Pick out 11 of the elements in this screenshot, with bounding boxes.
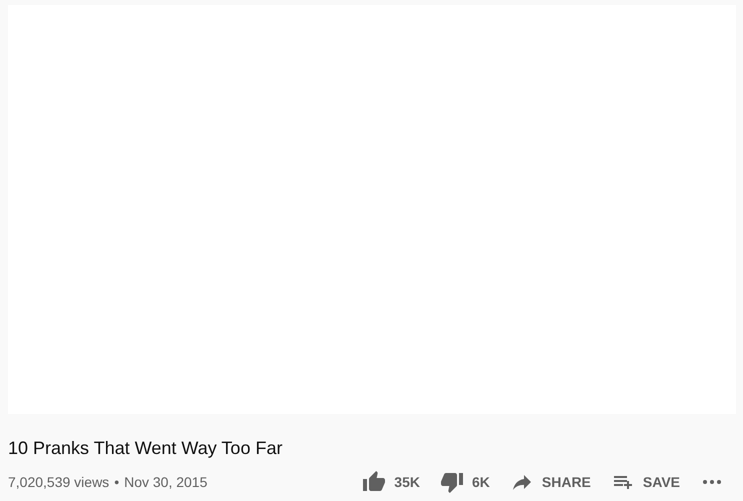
dislike-button[interactable]: 6K bbox=[432, 466, 498, 498]
thumbs-down-icon bbox=[440, 470, 464, 494]
upload-date: Nov 30, 2015 bbox=[124, 474, 208, 490]
more-icon bbox=[703, 480, 721, 484]
save-button[interactable]: SAVE bbox=[602, 466, 688, 498]
video-title: 10 Pranks That Went Way Too Far bbox=[8, 437, 284, 460]
separator-dot: • bbox=[114, 474, 120, 490]
thumbs-up-icon bbox=[362, 470, 386, 494]
view-count: 7,020,539 views bbox=[8, 474, 110, 490]
share-button[interactable]: SHARE bbox=[502, 466, 599, 498]
like-button[interactable]: 35K bbox=[354, 466, 428, 498]
